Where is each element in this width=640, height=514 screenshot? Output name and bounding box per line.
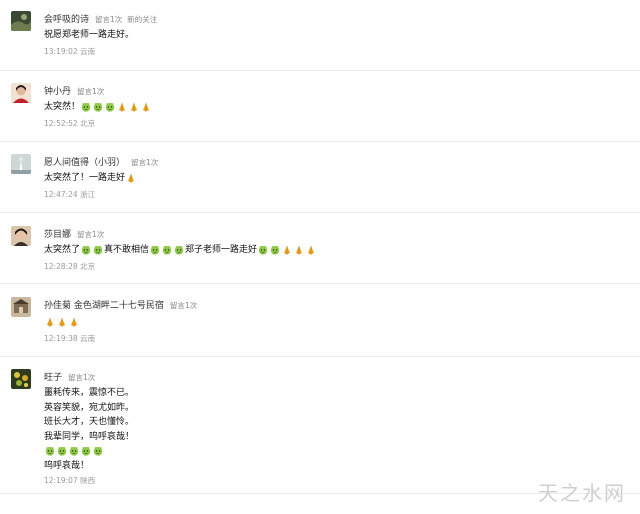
pray-emoji-icon bbox=[126, 173, 136, 183]
comment-meta: 钟小丹 留言1次 bbox=[44, 82, 105, 97]
commenter-name[interactable]: 会呼吸的诗 bbox=[44, 15, 89, 25]
pray-emoji-icon bbox=[141, 102, 151, 112]
commenter-name[interactable]: 莎目娜 bbox=[44, 230, 71, 240]
comment-count-tag: 留言1次 bbox=[68, 373, 96, 382]
comment-count-tag: 留言1次 bbox=[77, 230, 105, 239]
comment-item: 旺子 留言1次 噩耗传来，震惊不已。 英容笑貌，宛尤如昨。 班长大才，天也懂怜。 我辈同… bbox=[0, 357, 640, 494]
new-follower-tag: 新的关注 bbox=[127, 15, 158, 24]
face-emoji-icon bbox=[258, 245, 268, 255]
comment-text: 英容笑貌，宛尤如昨。 bbox=[44, 402, 135, 413]
comment-text: 我辈同学，呜呼哀哉！ bbox=[44, 431, 135, 442]
comment-content: 噩耗传来，震惊不已。 英容笑貌，宛尤如昨。 班长大才，天也懂怜。 我辈同学，呜呼哀哉！… bbox=[44, 386, 134, 473]
face-emoji-icon bbox=[81, 245, 91, 255]
comment-text: 太突然！ bbox=[44, 102, 81, 112]
comment-line bbox=[44, 444, 134, 459]
face-emoji-icon bbox=[81, 446, 91, 456]
comment-line: 太突然！ bbox=[44, 100, 152, 115]
comment-text: 噩耗传来，震惊不已。 bbox=[44, 388, 135, 398]
comment-item: 会呼吸的诗 留言1次 新的关注 祝愿郑老师一路走好。 13:19:02 云南 bbox=[0, 0, 640, 71]
avatar[interactable] bbox=[11, 226, 31, 246]
comment-item: 愿人间值得（小羽） 留言1次 太突然了！一路走好 12:47:24 浙江 bbox=[0, 142, 640, 213]
comment-count-tag: 留言1次 bbox=[77, 87, 105, 96]
comment-count-tag: 留言1次 bbox=[131, 158, 159, 167]
comment-content bbox=[44, 315, 80, 330]
pray-emoji-icon bbox=[117, 102, 127, 112]
comment-text: 郑子老师一路走好 bbox=[185, 245, 258, 255]
comment-line: 噩耗传来，震惊不已。 bbox=[44, 386, 134, 401]
comment-time: 12:19:07 陕西 bbox=[44, 476, 96, 485]
comment-meta: 旺子 留言1次 bbox=[44, 368, 96, 383]
comment-item: 莎目娜 留言1次 太突然了 真不敢相信 郑子老师一路走好 12:28:28 北京 bbox=[0, 213, 640, 284]
face-emoji-icon bbox=[150, 245, 160, 255]
pray-emoji-icon bbox=[282, 245, 292, 255]
comment-content: 太突然！ bbox=[44, 100, 152, 115]
comment-time: 12:28:28 北京 bbox=[44, 262, 96, 271]
pray-emoji-icon bbox=[294, 245, 304, 255]
avatar[interactable] bbox=[11, 11, 31, 31]
comment-line: 我辈同学，呜呼哀哉！ bbox=[44, 430, 134, 445]
comment-text: 太突然了 bbox=[44, 245, 81, 255]
face-emoji-icon bbox=[174, 245, 184, 255]
pray-emoji-icon bbox=[129, 102, 139, 112]
comment-line: 英容笑貌，宛尤如昨。 bbox=[44, 401, 134, 416]
comment-line: 太突然了 真不敢相信 郑子老师一路走好 bbox=[44, 243, 317, 258]
comment-meta: 孙佳菊 金色湖畔二十七号民宿 留言1次 bbox=[44, 296, 198, 311]
commenter-name[interactable]: 旺子 bbox=[44, 373, 62, 383]
avatar[interactable] bbox=[11, 83, 31, 103]
avatar[interactable] bbox=[11, 297, 31, 317]
comment-count-tag: 留言1次 bbox=[95, 15, 123, 24]
comment-item: 钟小丹 留言1次 太突然！ 12:52:52 北京 bbox=[0, 71, 640, 142]
comment-time: 12:19:38 云南 bbox=[44, 334, 96, 343]
face-emoji-icon bbox=[57, 446, 67, 456]
face-emoji-icon bbox=[45, 446, 55, 456]
pray-emoji-icon bbox=[69, 317, 79, 327]
avatar[interactable] bbox=[11, 369, 31, 389]
comment-content: 太突然了 真不敢相信 郑子老师一路走好 bbox=[44, 243, 317, 258]
comment-text: 太突然了！一路走好 bbox=[44, 173, 126, 183]
comment-text: 真不敢相信 bbox=[104, 245, 150, 255]
pray-emoji-icon bbox=[306, 245, 316, 255]
comment-line: 班长大才，天也懂怜。 bbox=[44, 415, 134, 430]
face-emoji-icon bbox=[93, 102, 103, 112]
comment-text: 呜呼哀哉！ bbox=[44, 460, 90, 471]
face-emoji-icon bbox=[105, 102, 115, 112]
avatar[interactable] bbox=[11, 154, 31, 174]
face-emoji-icon bbox=[93, 446, 103, 456]
comment-count-tag: 留言1次 bbox=[169, 301, 198, 310]
comment-time: 12:52:52 北京 bbox=[44, 119, 96, 128]
comment-text: 祝愿郑老师一路走好。 bbox=[44, 30, 135, 40]
comment-content: 祝愿郑老师一路走好。 bbox=[44, 28, 134, 43]
face-emoji-icon bbox=[81, 102, 91, 112]
commenter-name[interactable]: 愿人间值得（小羽） bbox=[44, 158, 125, 168]
pray-emoji-icon bbox=[45, 317, 55, 327]
comment-line: 祝愿郑老师一路走好。 bbox=[44, 28, 134, 43]
commenter-name[interactable]: 钟小丹 bbox=[44, 87, 71, 97]
comment-time: 13:19:02 云南 bbox=[44, 47, 96, 56]
commenter-name[interactable]: 孙佳菊 金色湖畔二十七号民宿 bbox=[44, 301, 164, 311]
comment-text: 班长大才，天也懂怜。 bbox=[44, 417, 135, 427]
comment-time: 12:47:24 浙江 bbox=[44, 190, 96, 199]
comment-line: 呜呼哀哉！ bbox=[44, 459, 134, 474]
face-emoji-icon bbox=[162, 245, 172, 255]
comment-meta: 愿人间值得（小羽） 留言1次 bbox=[44, 153, 159, 168]
comment-meta: 会呼吸的诗 留言1次 新的关注 bbox=[44, 10, 158, 25]
pray-emoji-icon bbox=[57, 317, 67, 327]
face-emoji-icon bbox=[93, 245, 103, 255]
comment-meta: 莎目娜 留言1次 bbox=[44, 225, 105, 240]
comment-item: 孙佳菊 金色湖畔二十七号民宿 留言1次 12:19:38 云南 bbox=[0, 284, 640, 357]
face-emoji-icon bbox=[270, 245, 280, 255]
comment-line: 太突然了！一路走好 bbox=[44, 171, 137, 186]
comment-line bbox=[44, 315, 80, 330]
site-watermark: 天之水网 bbox=[538, 481, 626, 505]
comment-content: 太突然了！一路走好 bbox=[44, 171, 137, 186]
face-emoji-icon bbox=[69, 446, 79, 456]
